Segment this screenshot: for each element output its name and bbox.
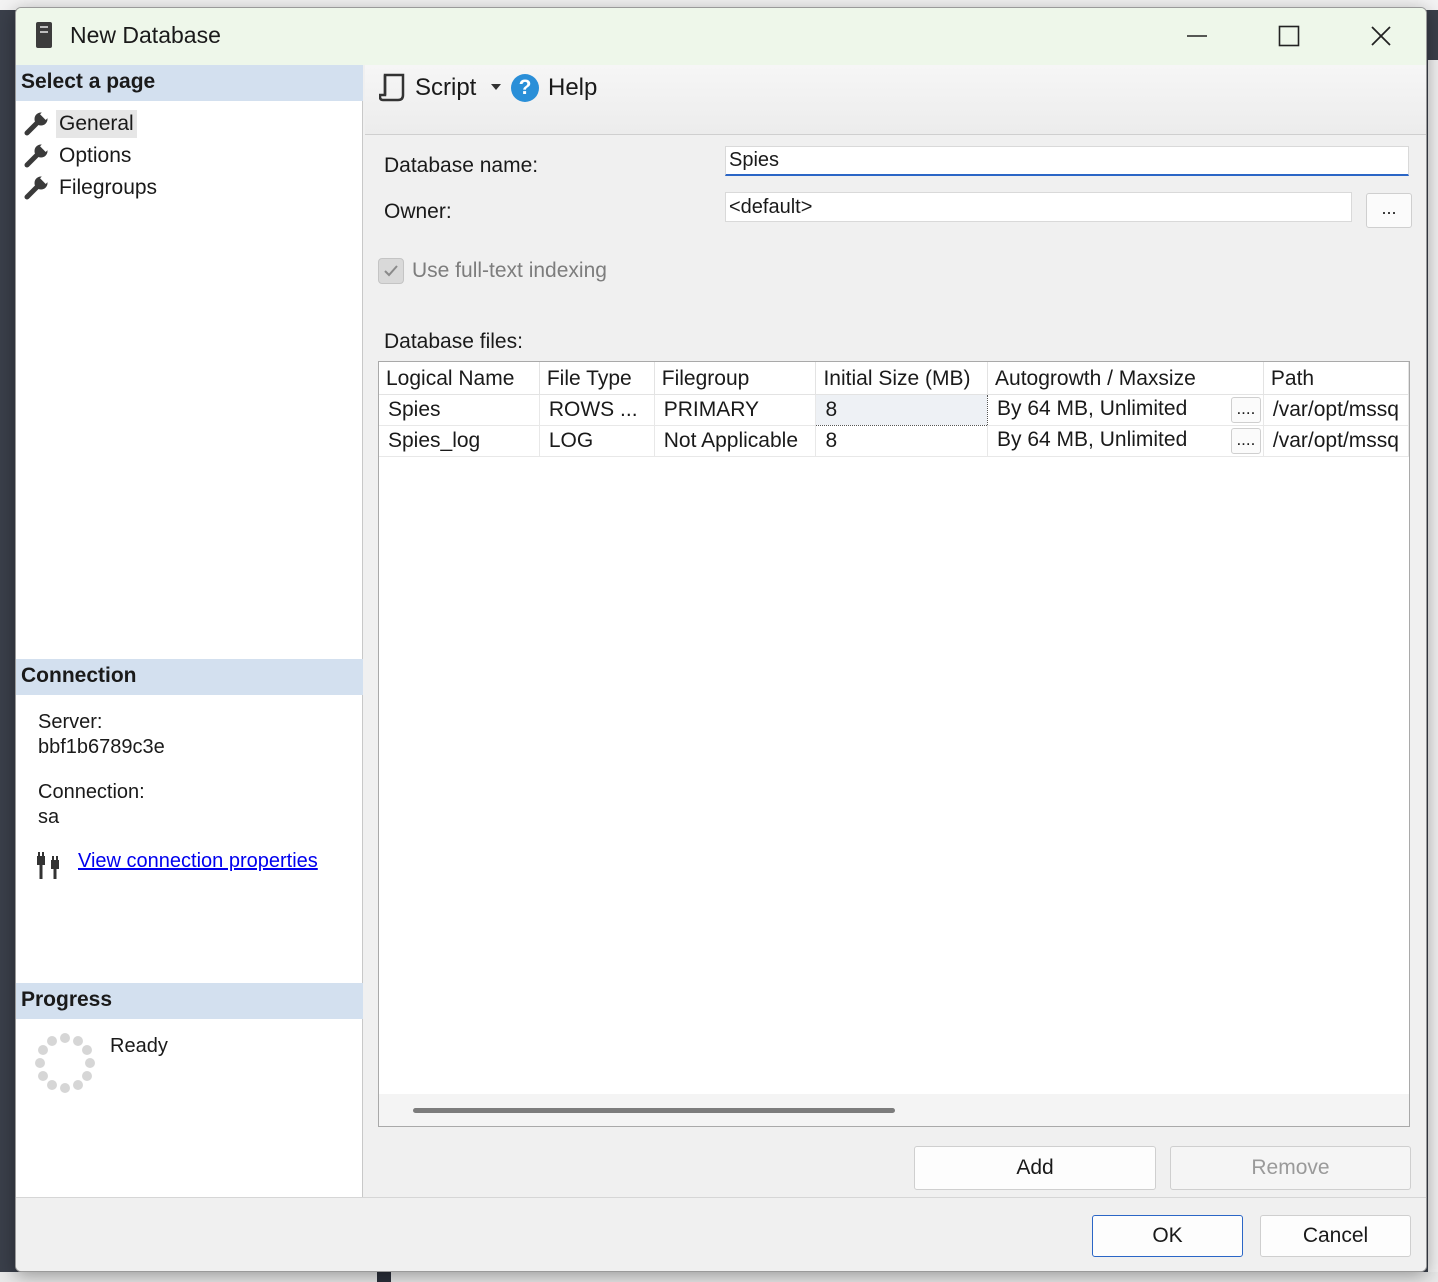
- column-header-autogrowth[interactable]: Autogrowth / Maxsize: [987, 362, 1264, 395]
- progress-header: Progress: [16, 983, 363, 1019]
- page-item-label: Filegroups: [59, 176, 158, 199]
- connection-value: sa: [38, 806, 60, 828]
- script-label: Script: [415, 74, 477, 101]
- minimize-button[interactable]: [1174, 18, 1220, 54]
- server-icon: [36, 22, 52, 48]
- owner-label: Owner:: [384, 200, 452, 223]
- wrench-icon: [24, 175, 50, 200]
- owner-input[interactable]: [725, 192, 1352, 222]
- cell-initial-size[interactable]: 8: [815, 393, 989, 426]
- autogrowth-value: By 64 MB, Unlimited: [997, 427, 1188, 451]
- wrench-icon: [24, 111, 50, 136]
- connection-properties-icon: [37, 852, 59, 879]
- cell-file-type[interactable]: ROWS ...: [539, 394, 655, 426]
- cell-filegroup[interactable]: PRIMARY: [654, 394, 817, 426]
- chevron-down-icon[interactable]: [489, 81, 503, 93]
- page-item-general[interactable]: General: [24, 109, 137, 139]
- fulltext-label: Use full-text indexing: [412, 259, 607, 282]
- general-page-content: Database name: Owner: ... Use full-text …: [365, 136, 1426, 1196]
- page-item-filegroups[interactable]: Filegroups: [24, 173, 160, 203]
- help-button[interactable]: ? Help: [511, 68, 597, 108]
- autogrowth-browse-button[interactable]: ....: [1230, 396, 1261, 423]
- cell-filegroup[interactable]: Not Applicable: [654, 425, 817, 457]
- close-icon: [1371, 26, 1391, 46]
- page-item-label: General: [56, 110, 137, 138]
- connection-label: Connection:: [38, 781, 145, 803]
- server-value: bbf1b6789c3e: [38, 736, 165, 758]
- fulltext-checkbox[interactable]: [378, 258, 404, 284]
- minimize-icon: [1187, 35, 1207, 37]
- background-app-edge: [1428, 60, 1438, 1282]
- cell-logical-name[interactable]: Spies_log: [379, 425, 540, 457]
- column-header-path[interactable]: Path: [1263, 362, 1409, 395]
- help-label: Help: [548, 74, 598, 101]
- column-header-logical-name[interactable]: Logical Name: [379, 362, 540, 395]
- ok-button[interactable]: OK: [1092, 1215, 1243, 1257]
- cell-logical-name[interactable]: Spies: [379, 394, 540, 426]
- horizontal-scrollbar[interactable]: [379, 1094, 1409, 1126]
- cell-initial-size[interactable]: 8: [815, 425, 989, 457]
- maximize-icon: [1278, 25, 1300, 47]
- script-button[interactable]: Script: [379, 68, 476, 108]
- maximize-button[interactable]: [1266, 18, 1312, 54]
- cell-path[interactable]: /var/opt/mssq: [1263, 394, 1409, 426]
- wrench-icon: [24, 143, 50, 168]
- column-header-filegroup[interactable]: Filegroup: [654, 362, 817, 395]
- owner-browse-button[interactable]: ...: [1366, 193, 1412, 228]
- toolbar: Script ? Help: [365, 65, 1426, 135]
- autogrowth-browse-button[interactable]: ....: [1230, 427, 1261, 454]
- page-item-label: Options: [59, 144, 132, 167]
- fulltext-indexing-row[interactable]: Use full-text indexing: [378, 258, 607, 284]
- connection-header: Connection: [16, 659, 363, 695]
- table-row[interactable]: Spies ROWS ... PRIMARY 8 By 64 MB, Unlim…: [379, 393, 1409, 426]
- column-header-file-type[interactable]: File Type: [539, 362, 655, 395]
- table-row[interactable]: Spies_log LOG Not Applicable 8 By 64 MB,…: [379, 425, 1409, 457]
- background-app-bottom: [0, 1272, 1438, 1282]
- cell-path[interactable]: /var/opt/mssq: [1263, 425, 1409, 457]
- files-table: Logical Name File Type Filegroup Initial…: [379, 362, 1409, 457]
- checkmark-icon: [384, 265, 398, 277]
- close-button[interactable]: [1358, 18, 1404, 54]
- add-button[interactable]: Add: [914, 1146, 1156, 1190]
- column-header-initial-size[interactable]: Initial Size (MB): [815, 362, 989, 395]
- remove-button[interactable]: Remove: [1170, 1146, 1411, 1190]
- title-bar[interactable]: New Database: [16, 8, 1426, 65]
- new-database-dialog: New Database Select a page General Optio…: [15, 7, 1427, 1272]
- table-header-row: Logical Name File Type Filegroup Initial…: [379, 362, 1409, 395]
- server-label: Server:: [38, 711, 103, 733]
- database-files-grid: Logical Name File Type Filegroup Initial…: [378, 361, 1410, 1127]
- page-item-options[interactable]: Options: [24, 141, 134, 171]
- cell-autogrowth[interactable]: By 64 MB, Unlimited ....: [987, 425, 1264, 457]
- view-connection-properties-link[interactable]: View connection properties: [78, 850, 318, 873]
- dialog-footer: OK Cancel: [16, 1197, 1426, 1271]
- database-files-label: Database files:: [384, 330, 523, 353]
- scrollbar-thumb[interactable]: [413, 1108, 895, 1113]
- progress-spinner-icon: [35, 1033, 95, 1093]
- script-icon: [379, 73, 405, 102]
- select-page-header: Select a page: [16, 65, 363, 101]
- database-name-input[interactable]: [725, 146, 1409, 176]
- database-name-label: Database name:: [384, 154, 539, 177]
- autogrowth-value: By 64 MB, Unlimited: [997, 396, 1188, 420]
- progress-status: Ready: [110, 1035, 168, 1057]
- window-title: New Database: [70, 22, 221, 48]
- left-pane: Select a page General Options Filegroups…: [16, 65, 363, 1197]
- cell-autogrowth[interactable]: By 64 MB, Unlimited ....: [987, 394, 1264, 426]
- help-icon: ?: [511, 74, 539, 102]
- cell-file-type[interactable]: LOG: [539, 425, 655, 457]
- cancel-button[interactable]: Cancel: [1260, 1215, 1411, 1257]
